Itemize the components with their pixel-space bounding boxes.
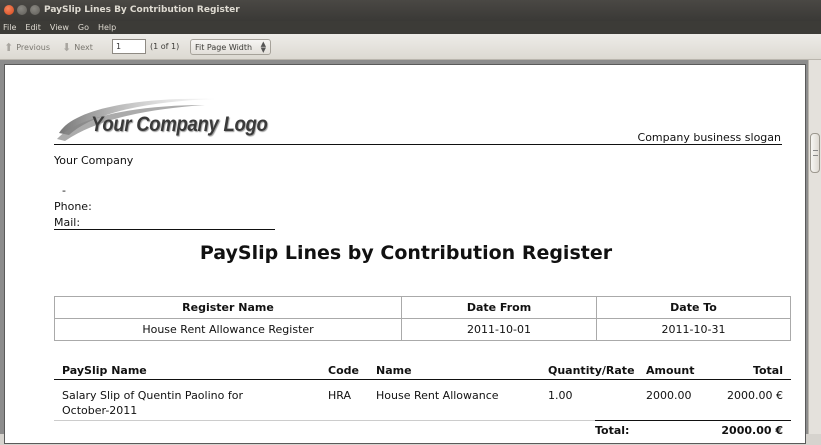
menu-edit[interactable]: Edit <box>25 23 41 32</box>
menu-help[interactable]: Help <box>98 23 116 32</box>
phone-label: Phone: <box>54 200 92 213</box>
header-code: Code <box>328 364 359 377</box>
address-divider <box>54 229 275 230</box>
logo-text: Your Company Logo <box>91 113 268 136</box>
payslip-name-line1: Salary Slip of Quentin Paolino for <box>62 389 243 402</box>
register-date-to-cell: 2011-10-31 <box>596 318 791 341</box>
code-cell: HRA <box>328 389 351 402</box>
next-button[interactable]: ⬇ Next <box>62 41 93 54</box>
menu-bar: File Edit View Go Help <box>0 21 821 34</box>
window-title: PaySlip Lines By Contribution Register <box>44 5 240 15</box>
register-date-from-cell: 2011-10-01 <box>401 318 597 341</box>
total-value: 2000.00 € <box>721 424 783 437</box>
toolbar: ⬆ Previous ⬇ Next 1 (1 of 1) Fit Page Wi… <box>0 34 821 60</box>
report-title: PaySlip Lines by Contribution Register <box>199 242 613 264</box>
register-table: Register Name Date From Date To House Re… <box>54 296 791 341</box>
address-line: - <box>62 184 66 197</box>
company-logo: Your Company Logo <box>55 93 295 145</box>
name-cell: House Rent Allowance <box>376 389 499 402</box>
company-name: Your Company <box>54 154 134 167</box>
company-slogan: Company business slogan <box>637 131 781 144</box>
register-header-row: Register Name Date From Date To <box>54 296 791 319</box>
previous-button[interactable]: ⬆ Previous <box>4 41 50 54</box>
total-cell: 2000.00 € <box>727 389 783 402</box>
register-header-date-to: Date To <box>596 296 791 319</box>
lines-header-row: PaySlip Name Code Name Quantity/Rate Amo… <box>54 362 791 380</box>
page-number-input[interactable]: 1 <box>112 39 146 54</box>
close-window-button[interactable] <box>4 5 14 15</box>
total-label: Total: <box>595 424 630 437</box>
zoom-select[interactable]: Fit Page Width ▲ ▼ <box>190 39 271 55</box>
minimize-window-button[interactable] <box>17 5 27 15</box>
table-row: Salary Slip of Quentin Paolino for Octob… <box>54 383 791 421</box>
mail-label: Mail: <box>54 216 81 229</box>
vertical-scrollbar[interactable] <box>808 60 821 434</box>
arrow-up-icon: ⬆ <box>4 41 14 54</box>
total-divider <box>595 420 791 421</box>
register-name-cell: House Rent Allowance Register <box>54 318 402 341</box>
menu-go[interactable]: Go <box>78 23 89 32</box>
menu-file[interactable]: File <box>3 23 16 32</box>
title-bar: PaySlip Lines By Contribution Register <box>0 0 821 21</box>
maximize-window-button[interactable] <box>30 5 40 15</box>
zoom-value: Fit Page Width <box>195 43 253 52</box>
register-header-date-from: Date From <box>401 296 597 319</box>
previous-label: Previous <box>16 43 51 52</box>
header-total: Total <box>752 364 783 377</box>
payslip-name-line2: October-2011 <box>62 404 138 417</box>
next-label: Next <box>74 43 93 52</box>
amount-cell: 2000.00 <box>646 389 692 402</box>
scrollbar-thumb[interactable] <box>810 133 820 173</box>
register-header-name: Register Name <box>54 296 402 319</box>
document-viewport: Your Company Logo Company business sloga… <box>0 60 821 444</box>
document-page: Your Company Logo Company business sloga… <box>4 64 806 444</box>
page-count: (1 of 1) <box>150 42 180 51</box>
register-row: House Rent Allowance Register 2011-10-01… <box>54 318 791 341</box>
header-amount: Amount <box>646 364 695 377</box>
header-divider <box>54 144 782 145</box>
arrow-down-icon: ⬇ <box>62 41 72 54</box>
quantity-cell: 1.00 <box>548 389 573 402</box>
menu-view[interactable]: View <box>50 23 69 32</box>
header-payslip-name: PaySlip Name <box>62 364 147 377</box>
header-quantity-rate: Quantity/Rate <box>548 364 635 377</box>
spin-arrows-icon: ▲ ▼ <box>260 40 266 54</box>
header-name: Name <box>376 364 412 377</box>
